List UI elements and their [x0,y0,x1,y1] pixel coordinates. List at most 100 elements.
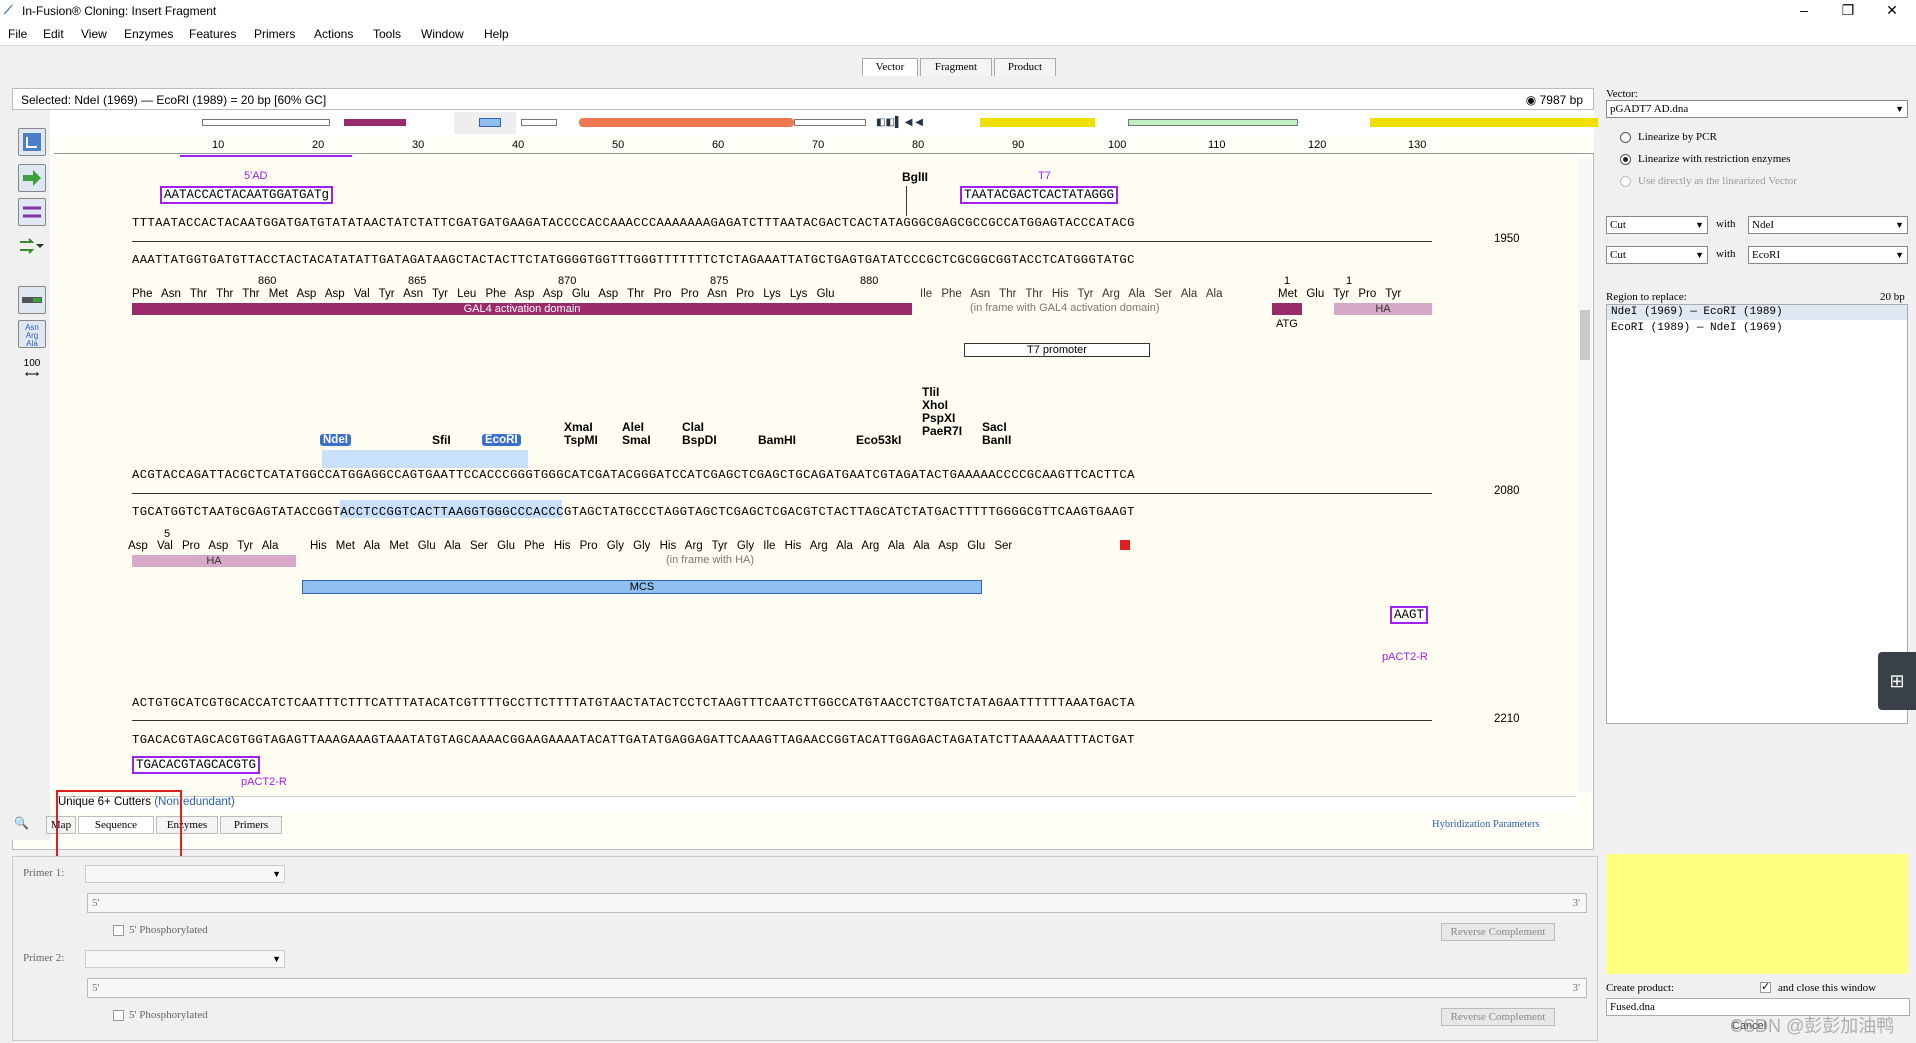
restore-button[interactable]: ❐ [1826,0,1870,22]
menu-enzymes[interactable]: Enzymes [124,27,173,41]
menu-file[interactable]: File [8,27,27,41]
tab-product[interactable]: Product [994,58,1056,76]
primer-pact2-bottom[interactable]: TGACACGTAGCACGTG [132,756,261,774]
scrollbar-thumb[interactable] [1580,310,1590,360]
vector-dropdown[interactable]: pGADT7 AD.dna ▼ [1606,100,1908,118]
tab-vector[interactable]: Vector [862,58,918,76]
length-value: 7987 bp [1539,93,1583,107]
primer1-sequence-field[interactable]: 5' 3' [87,893,1587,913]
feature-gal4-ad[interactable]: GAL4 activation domain [132,303,912,315]
enzyme-clai[interactable]: ClaI BspDI [682,421,717,447]
enzyme-ecori[interactable]: EcoRI [482,434,521,446]
primer1-phosphorylated-checkbox[interactable] [113,925,124,936]
sequence-bottom-strand: TGCATGGTCTAATGCGAGTATACCGGTACCTCCGGTCACT… [132,505,1135,519]
arrow-right-icon[interactable] [18,164,46,192]
enzyme-bglii[interactable]: BglII [902,171,928,184]
minimize-button[interactable]: – [1782,0,1826,22]
translation-mcs: His Met Ala Met Glu Ala Ser Glu Phe His … [310,540,1013,552]
position-number: 1950 [1494,233,1520,245]
primer-t7[interactable]: TAATACGACTCACTATAGGG [960,186,1119,204]
translation-icon[interactable]: Asn Arg Ala [18,320,46,348]
feature-ha[interactable]: HA [132,555,296,567]
menu-window[interactable]: Window [421,27,464,41]
enzyme-eco53ki[interactable]: Eco53kI [856,434,901,447]
enzyme-ndei[interactable]: NdeI [320,434,351,446]
cut2-dropdown[interactable]: Cut ▼ [1606,246,1708,264]
menu-features[interactable]: Features [189,27,236,41]
sequence-top-strand: ACGTACCAGATTACGCTCATATGGCCATGGAGGCCAGTGA… [132,468,1135,482]
menu-view[interactable]: View [81,27,107,41]
aa-number: 865 [408,275,427,287]
product-preview [1606,854,1908,974]
select-tool-icon[interactable] [18,128,46,156]
hybridization-link[interactable]: Hybridization Parameters [1432,819,1540,830]
menu-help[interactable]: Help [484,27,509,41]
enzyme-alei[interactable]: AleI SmaI [622,421,651,447]
primer1-reverse-complement-button[interactable]: Reverse Complement [1441,923,1555,941]
search-icon[interactable]: 🔍 [14,816,32,832]
ruler-tick-100: 100 [1108,139,1127,151]
vertical-scrollbar[interactable] [1578,158,1592,792]
radio-use-directly[interactable] [1620,176,1631,187]
five-prime-label: 5' [92,897,100,909]
overview-map[interactable]: ◧◧▌ ◀ ◀ [54,110,1598,136]
sequence-top-strand: ACTGTGCATCGTGCACCATCTCAATTTCTTTCATTTATAC… [132,696,1135,710]
linearize-pcr-label: Linearize by PCR [1638,131,1717,143]
enzyme1-dropdown[interactable]: NdeI ▼ [1748,216,1908,234]
enzyme-tlii[interactable]: TliI XhoI PspXI PaeR7I [922,386,962,438]
swap-strands-icon[interactable] [18,198,46,226]
menu-bar: File Edit View Enzymes Features Primers … [0,22,1916,46]
menu-tools[interactable]: Tools [373,27,401,41]
enzyme-xmai[interactable]: XmaI TspMI [564,421,598,447]
primer2-phosphorylated-checkbox[interactable] [113,1010,124,1021]
primer1-dropdown[interactable]: ▼ [85,865,285,883]
sequence-bottom-strand: TGACACGTAGCACGTGGTAGAGTTAAAGAAAGTAAATATG… [132,733,1135,747]
inframe-note: (in frame with GAL4 activation domain) [970,302,1160,314]
ruler-tick-20: 20 [312,139,325,151]
enzyme2-dropdown[interactable]: EcoRI ▼ [1748,246,1908,264]
menu-edit[interactable]: Edit [43,27,64,41]
radio-linearize-enzymes[interactable] [1620,154,1631,165]
zoom-100-icon[interactable]: 100 ⟷ [18,358,46,388]
five-prime-label: 5' [92,982,100,994]
enzyme-saci[interactable]: SacI BanII [982,421,1011,447]
primer2-sequence-field[interactable]: 5' 3' [87,978,1587,998]
sequence-top-strand: TTTAATACCACTACAATGGATGATGTATATAACTATCTAT… [132,216,1135,230]
primer2-reverse-complement-button[interactable]: Reverse Complement [1441,1008,1555,1026]
region-list[interactable]: NdeI (1969) — EcoRI (1989) EcoRI (1989) … [1606,304,1908,724]
add-panel-icon[interactable]: ⊞ [1878,652,1916,710]
primer-pact2-label: pACT2-R [1382,651,1428,663]
close-window-checkbox[interactable]: ✓ [1760,981,1771,993]
primer-5ad[interactable]: AATACCACTACAATGGATGATg [160,186,334,204]
aa-number: 860 [258,275,277,287]
radio-linearize-pcr[interactable] [1620,132,1631,143]
menu-primers[interactable]: Primers [254,27,295,41]
tab-fragment[interactable]: Fragment [920,58,992,76]
region-label: Region to replace: [1606,291,1687,303]
enzyme-bamhi[interactable]: BamHI [758,434,796,447]
split-arrows-icon[interactable] [18,234,46,258]
vector-label: Vector: [1606,88,1638,100]
primer2-dropdown[interactable]: ▼ [85,950,285,968]
region-item-2[interactable]: EcoRI (1989) — NdeI (1969) [1611,322,1783,334]
feature-atg-arrow[interactable] [1272,303,1302,315]
translation-inframe: Ile Phe Asn Thr Thr His Tyr Arg Ala Ser … [920,288,1223,300]
enzyme-sfii[interactable]: SfiI [432,434,451,447]
ruler-tick-130: 130 [1408,139,1427,151]
chevron-down-icon: ▼ [272,869,281,879]
primer-pact2-top[interactable]: AAGT [1390,606,1429,624]
feature-mcs[interactable]: MCS [302,580,982,594]
menu-actions[interactable]: Actions [314,27,353,41]
feature-t7-promoter[interactable]: T7 promoter [964,343,1150,357]
cut1-dropdown[interactable]: Cut ▼ [1606,216,1708,234]
primer1-label: Primer 1: [23,867,65,879]
feature-ha[interactable]: HA [1334,303,1432,315]
primer2-label: Primer 2: [23,952,65,964]
feature-toggle-icon[interactable] [18,286,46,314]
close-button[interactable]: ✕ [1870,0,1914,22]
close-window-label: and close this window [1778,982,1877,994]
ruler-tick-70: 70 [812,139,825,151]
region-item-1[interactable]: NdeI (1969) — EcoRI (1989) [1611,306,1783,318]
enzyme2-value: EcoRI [1752,249,1781,261]
tab-primers[interactable]: Primers [220,816,282,834]
